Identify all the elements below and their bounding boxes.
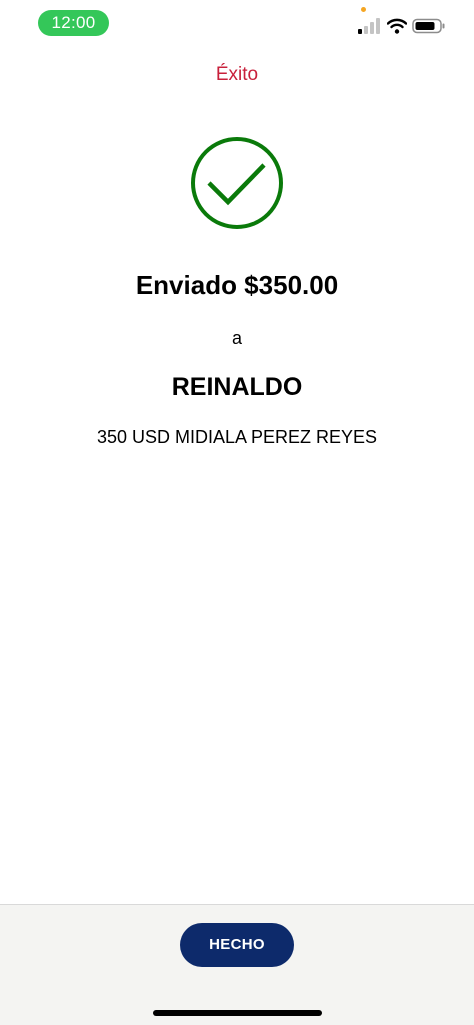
signal-icon (358, 18, 380, 34)
to-label: a (231, 328, 242, 348)
footer-bar: HECHO (0, 904, 474, 1025)
wifi-icon (387, 18, 407, 34)
check-circle-icon (191, 137, 283, 229)
recipient-name: REINALDO (171, 373, 303, 401)
amount-sent-heading: Enviado $350.00 (135, 270, 339, 300)
privacy-indicator-dot (361, 7, 366, 12)
page-title: Éxito (215, 64, 259, 85)
transfer-note: 350 USD MIDIALA PEREZ REYES (96, 427, 378, 447)
status-bar: 12:00 (0, 0, 474, 46)
home-indicator[interactable] (153, 1010, 322, 1016)
battery-icon (412, 18, 445, 34)
done-button[interactable]: HECHO (180, 923, 294, 967)
status-time: 12:00 (38, 10, 109, 36)
